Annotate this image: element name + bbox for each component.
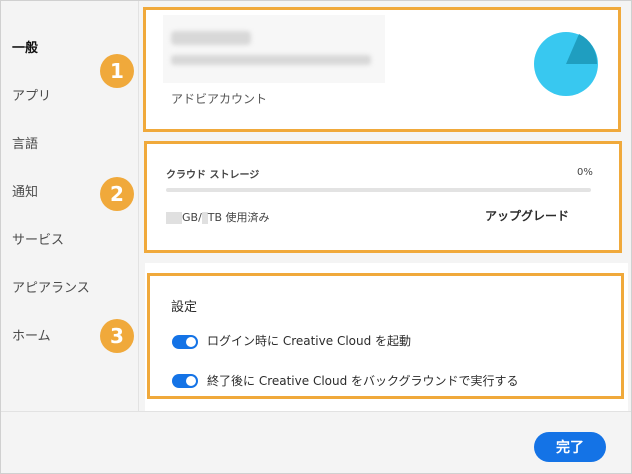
sidebar-item-appearance[interactable]: アピアランス — [12, 277, 90, 296]
preferences-window: 一般 アプリ 言語 通知 サービス アピアランス ホーム アドビアカウント クラ… — [0, 0, 632, 474]
launch-on-login-label: ログイン時に Creative Cloud を起動 — [207, 334, 412, 348]
avatar[interactable] — [533, 31, 599, 97]
step-marker-2: 2 — [100, 177, 134, 211]
step-marker-3: 3 — [100, 319, 134, 353]
storage-card — [145, 142, 621, 252]
sidebar-item-notifications[interactable]: 通知 — [12, 181, 38, 200]
run-in-background-toggle[interactable] — [172, 374, 198, 388]
sidebar-item-general[interactable]: 一般 — [12, 37, 38, 56]
storage-title: クラウド ストレージ — [166, 170, 260, 181]
account-info-redacted — [163, 15, 385, 83]
launch-on-login-toggle[interactable] — [172, 335, 198, 349]
done-button[interactable]: 完了 — [534, 432, 606, 462]
account-name-redacted — [171, 31, 251, 45]
account-label: アドビアカウント — [171, 92, 268, 106]
sidebar-item-language[interactable]: 言語 — [12, 133, 38, 152]
sidebar-item-apps[interactable]: アプリ — [12, 85, 51, 104]
run-in-background-label: 終了後に Creative Cloud をバックグラウンドで実行する — [207, 374, 519, 388]
storage-gb-unit: GB/ — [182, 211, 202, 224]
storage-tb-text: TB 使用済み — [207, 211, 270, 224]
settings-title: 設定 — [171, 300, 198, 315]
account-email-redacted — [171, 55, 371, 65]
upgrade-link[interactable]: アップグレード — [485, 207, 569, 224]
storage-used-redacted — [166, 212, 182, 224]
storage-usage: GB/TB 使用済み — [166, 209, 270, 225]
sidebar-item-home[interactable]: ホーム — [12, 325, 51, 344]
sidebar-item-services[interactable]: サービス — [12, 229, 64, 248]
step-marker-1: 1 — [100, 54, 134, 88]
storage-progress-bar — [166, 188, 591, 192]
storage-percent: 0% — [577, 167, 593, 178]
